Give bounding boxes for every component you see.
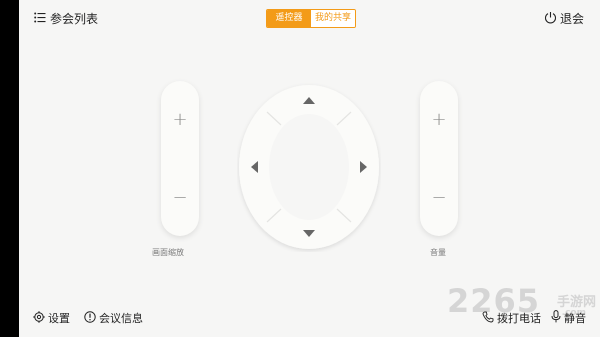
participants-list-label: 参会列表 [50,12,99,26]
volume-up-button[interactable]: + [420,111,458,129]
settings-label: 设置 [48,312,70,325]
tab-my-share[interactable]: 我的共享 [311,10,355,27]
leave-meeting-button[interactable]: 退会 [544,10,584,27]
volume-down-button[interactable]: − [420,189,458,207]
microphone-icon [551,310,561,326]
footer-right: 拨打电话 静音 [482,310,586,326]
participants-list-button[interactable]: 参会列表 [34,10,98,27]
left-edge-bar [0,0,19,337]
down-button[interactable] [279,220,339,252]
direction-pad [237,82,381,252]
settings-button[interactable]: 设置 [33,310,70,326]
zoom-control: + − [161,81,199,236]
meeting-info-button[interactable]: 会议信息 [84,310,143,326]
tab-remote-control[interactable]: 遥控器 [267,10,311,27]
mute-label: 静音 [564,312,586,325]
list-icon [34,12,46,26]
left-button[interactable] [237,137,267,197]
right-button[interactable] [351,137,381,197]
mute-button[interactable]: 静音 [551,310,586,326]
power-icon [544,11,557,27]
footer-left: 设置 会议信息 [33,310,143,326]
up-button[interactable] [279,82,339,114]
phone-icon [482,311,494,326]
leave-meeting-label: 退会 [559,12,584,26]
volume-caption: 音量 [430,248,446,257]
volume-control: + − [420,81,458,236]
mode-tabs: 遥控器 我的共享 [266,9,356,28]
meeting-info-label: 会议信息 [99,312,143,325]
info-icon [84,310,96,326]
dial-phone-button[interactable]: 拨打电话 [482,310,541,326]
dial-phone-label: 拨打电话 [497,312,541,325]
gear-icon [33,310,45,326]
zoom-in-button[interactable]: + [161,111,199,129]
zoom-out-button[interactable]: − [161,189,199,207]
zoom-caption: 画面缩放 [152,248,184,257]
